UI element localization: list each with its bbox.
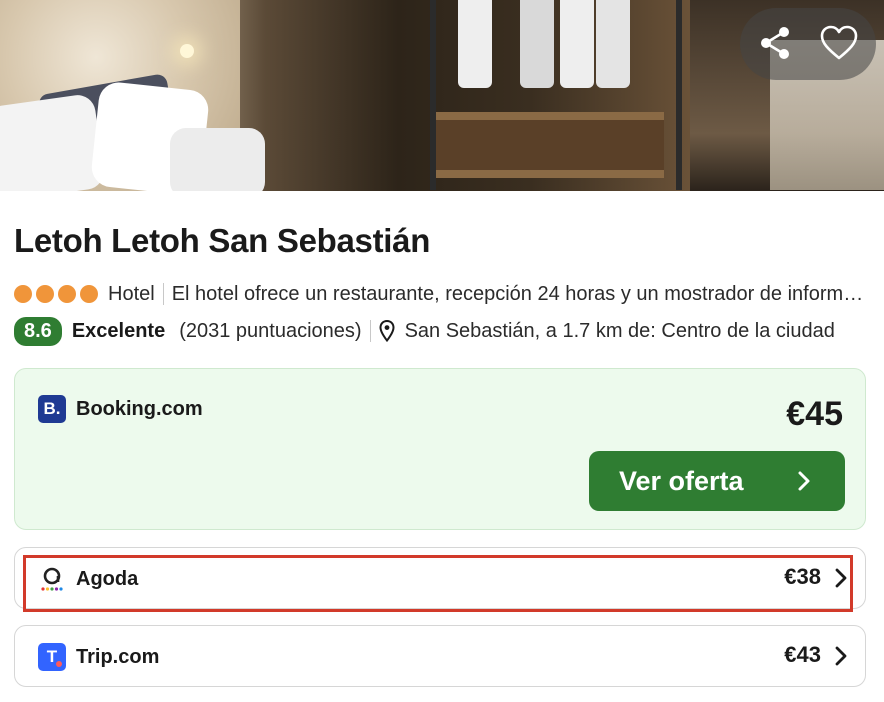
share-button[interactable] [752,20,798,66]
favorite-button[interactable] [816,20,862,66]
hotel-type: Hotel [108,282,155,305]
hotel-meta: Hotel El hotel ofrece un restaurante, re… [14,280,874,308]
share-icon [761,27,789,59]
heart-icon [820,25,858,60]
view-offer-label: Ver oferta [619,465,744,496]
featured-price: €45 [786,395,843,433]
divider [369,320,371,342]
featured-offer-card[interactable]: B. Booking.com €45 Ver oferta [14,368,866,530]
hotel-location: San Sebastián, a 1.7 km de: Centro de la… [404,319,835,342]
rating-label: Excelente [71,319,166,342]
offer-price: €38 [784,564,821,589]
provider-name: Agoda [76,567,139,590]
provider-name: Booking.com [76,397,203,420]
photo-pillow [0,92,107,191]
trip-logo-dot [56,661,62,667]
star-dot-icon [80,285,98,303]
offer-row-agoda[interactable]: Agoda €38 [14,547,866,609]
offer-provider: Agoda [38,565,138,593]
agoda-logo-icon [38,565,66,593]
photo-cabinet [436,120,664,170]
photo-shirt [520,0,554,88]
photo-shelf [436,170,664,178]
star-rating [14,285,98,303]
chevron-right-icon [798,471,810,491]
star-dot-icon [14,285,32,303]
provider-name: Trip.com [76,645,160,668]
star-dot-icon [58,285,76,303]
chevron-right-icon [835,568,847,588]
offer-row-trip[interactable]: T Trip.com €43 [14,625,866,687]
photo-lamp [180,44,194,58]
view-offer-button[interactable]: Ver oferta [589,451,845,511]
hotel-name: Letoh Letoh San Sebastián [14,222,431,259]
photo-shirt [458,0,492,88]
chevron-right-icon [835,646,847,666]
photo-shirt [560,0,594,88]
location-pin-icon [379,320,395,342]
star-dot-icon [36,285,54,303]
hotel-description: El hotel ofrece un restaurante, recepció… [171,282,874,305]
photo-shelf [436,112,664,120]
review-count: (2031 puntuaciones) [179,319,362,342]
photo-shirt [596,0,630,88]
featured-provider: B. Booking.com [38,395,203,423]
hotel-rating-location: 8.6 Excelente (2031 puntuaciones) San Se… [14,315,864,347]
offer-provider: T Trip.com [38,643,159,671]
offer-price: €43 [784,642,821,667]
score-badge: 8.6 [14,316,62,346]
trip-logo-icon: T [38,643,66,671]
booking-logo-icon: B. [38,395,66,423]
photo-pillow [170,128,265,191]
divider [162,283,164,305]
